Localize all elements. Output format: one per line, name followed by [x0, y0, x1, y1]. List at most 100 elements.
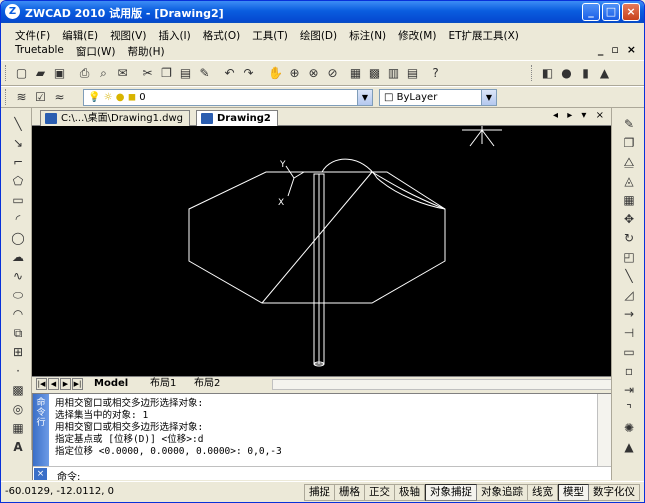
zoom-realtime-icon[interactable]: ⊕	[286, 65, 303, 82]
ortho-button[interactable]: 正交	[365, 484, 395, 501]
menu-dimension[interactable]: 标注(N)	[343, 28, 392, 43]
save-icon[interactable]: ▣	[51, 65, 68, 82]
model-button[interactable]: 模型	[558, 484, 589, 501]
rectangle-icon[interactable]: ▭	[9, 192, 27, 208]
matchprop-icon[interactable]: ✎	[196, 65, 213, 82]
menu-file[interactable]: 文件(F)	[9, 28, 56, 43]
tab-model[interactable]: Model	[94, 377, 128, 391]
menu-window[interactable]: 窗口(W)	[70, 44, 122, 59]
region-icon[interactable]: ◎	[9, 401, 27, 417]
scale-icon[interactable]: ◰	[620, 249, 638, 265]
offset-icon[interactable]: ◬	[620, 173, 638, 189]
last-layout-icon[interactable]: ▶|	[72, 378, 83, 390]
circle-icon[interactable]: ◯	[9, 230, 27, 246]
mtext-icon[interactable]: A	[9, 439, 27, 455]
mdi-restore-button[interactable]: ▫	[611, 43, 618, 56]
layers-toolbar-grip[interactable]	[5, 89, 8, 105]
preview-icon[interactable]: ⌕	[95, 65, 112, 82]
mdi-close-button[interactable]: ×	[627, 43, 636, 56]
point-icon[interactable]: ·	[9, 363, 27, 379]
chamfer-icon[interactable]: ⇥	[620, 382, 638, 398]
undo-icon[interactable]: ↶	[221, 65, 238, 82]
zoom-window-icon[interactable]: ⊗	[305, 65, 322, 82]
tab-layout1[interactable]: 布局1	[150, 377, 176, 391]
close-command-icon[interactable]: ×	[34, 468, 47, 480]
spline-icon[interactable]: ∿	[9, 268, 27, 284]
prev-layout-icon[interactable]: ◀	[48, 378, 59, 390]
designcenter-icon[interactable]: ▩	[366, 65, 383, 82]
make-block-icon[interactable]: ⊞	[9, 344, 27, 360]
grid-button[interactable]: 栅格	[335, 484, 365, 501]
layer-combo[interactable]: 💡 ☼ ● ◼ 0 ▼	[83, 89, 373, 106]
layer-previous-icon[interactable]: ≈	[51, 89, 68, 106]
lineweight-button[interactable]: 线宽	[528, 484, 558, 501]
layer-dropdown-arrow[interactable]: ▼	[357, 90, 372, 105]
help-icon[interactable]: ?	[427, 65, 444, 82]
break-point-icon[interactable]: ⊣	[620, 325, 638, 341]
fillet-icon[interactable]: ⌝	[620, 401, 638, 417]
title-bar[interactable]: Z ZWCAD 2010 试用版 - [Drawing2] _ □ ×	[1, 1, 644, 23]
ellipse-icon[interactable]: ⬭	[9, 287, 27, 303]
make-current-icon[interactable]: ☑	[32, 89, 49, 106]
polyline-icon[interactable]: ⌐	[9, 154, 27, 170]
box-icon[interactable]: ◧	[539, 65, 556, 82]
new-icon[interactable]: ▢	[13, 65, 30, 82]
warning-icon[interactable]: ▲	[620, 439, 638, 455]
menu-truetable[interactable]: Truetable	[9, 44, 70, 59]
extend-icon[interactable]: →	[620, 306, 638, 322]
otrack-button[interactable]: 对象追踪	[477, 484, 528, 501]
first-layout-icon[interactable]: |◀	[36, 378, 47, 390]
ray-icon[interactable]: ↘	[9, 135, 27, 151]
menu-view[interactable]: 视图(V)	[104, 28, 152, 43]
polar-button[interactable]: 极轴	[395, 484, 425, 501]
stretch-icon[interactable]: ╲	[620, 268, 638, 284]
cut-icon[interactable]: ✂	[139, 65, 156, 82]
tab-layout2[interactable]: 布局2	[194, 377, 220, 391]
paste-icon[interactable]: ▤	[177, 65, 194, 82]
break-icon[interactable]: ▭	[620, 344, 638, 360]
print-icon[interactable]: ⎙	[76, 65, 93, 82]
layer-manager-icon[interactable]: ≋	[13, 89, 30, 106]
redo-icon[interactable]: ↷	[240, 65, 257, 82]
maximize-button[interactable]: □	[602, 3, 620, 21]
menu-draw[interactable]: 绘图(D)	[294, 28, 343, 43]
revcloud-icon[interactable]: ☁	[9, 249, 27, 265]
properties-icon[interactable]: ▦	[347, 65, 364, 82]
line-icon[interactable]: ╲	[9, 116, 27, 132]
sphere-icon[interactable]: ●	[558, 65, 575, 82]
calculator-icon[interactable]: ▤	[404, 65, 421, 82]
arc-icon[interactable]: ◜	[9, 211, 27, 227]
drawing-canvas[interactable]: Y X	[32, 126, 613, 376]
menu-modify[interactable]: 修改(M)	[392, 28, 442, 43]
erase-icon[interactable]: ✎	[620, 116, 638, 132]
hatch-icon[interactable]: ▩	[9, 382, 27, 398]
tab-drawing2[interactable]: Drawing2	[196, 110, 278, 126]
explode-icon[interactable]: ✺	[620, 420, 638, 436]
toolbar-grip[interactable]	[5, 65, 8, 81]
insert-block-icon[interactable]: ⧉	[9, 325, 27, 341]
polygon-icon[interactable]: ⬠	[9, 173, 27, 189]
table-icon[interactable]: ▦	[9, 420, 27, 436]
cylinder-icon[interactable]: ▮	[577, 65, 594, 82]
menu-edit[interactable]: 编辑(E)	[56, 28, 104, 43]
open-icon[interactable]: ▰	[32, 65, 49, 82]
pan-icon[interactable]: ✋	[267, 65, 284, 82]
command-scrollbar[interactable]	[597, 394, 612, 466]
tab-drawing1[interactable]: C:\...\桌面\Drawing1.dwg	[40, 110, 190, 126]
minimize-button[interactable]: _	[582, 3, 600, 21]
mirror-icon[interactable]: ⧋	[620, 154, 638, 170]
copy-icon[interactable]: ❐	[158, 65, 175, 82]
command-input-row[interactable]: × 命令:	[33, 466, 612, 483]
cone-icon[interactable]: ▲	[596, 65, 613, 82]
tablet-button[interactable]: 数字化仪	[589, 484, 640, 501]
toolpalette-icon[interactable]: ▥	[385, 65, 402, 82]
copy-object-icon[interactable]: ❐	[620, 135, 638, 151]
next-layout-icon[interactable]: ▶	[60, 378, 71, 390]
tab-navigation[interactable]: ◂ ▸ ▾ ×	[553, 110, 607, 121]
ellipse-arc-icon[interactable]: ◠	[9, 306, 27, 322]
join-icon[interactable]: ▫	[620, 363, 638, 379]
menu-tools[interactable]: 工具(T)	[246, 28, 294, 43]
move-icon[interactable]: ✥	[620, 211, 638, 227]
zoom-previous-icon[interactable]: ⊘	[324, 65, 341, 82]
snap-button[interactable]: 捕捉	[304, 484, 335, 501]
